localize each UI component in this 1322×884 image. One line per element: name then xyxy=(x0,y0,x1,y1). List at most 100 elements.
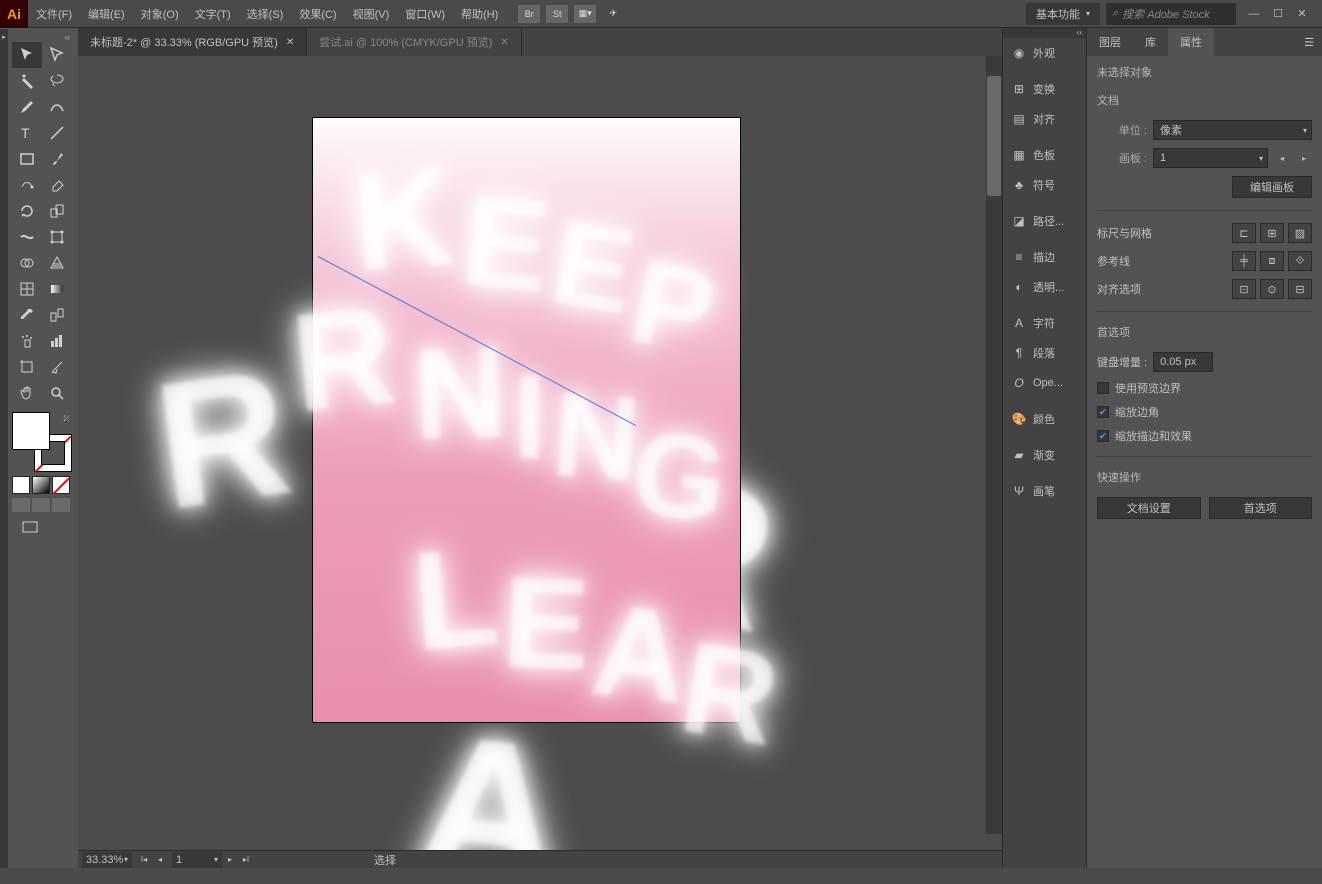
panel-menu-icon[interactable]: ☰ xyxy=(1296,28,1322,56)
panel-paragraph[interactable]: ¶段落 xyxy=(1003,338,1086,368)
shaper-tool[interactable] xyxy=(12,172,42,198)
key-increment-input[interactable]: 0.05 px xyxy=(1153,352,1213,372)
hand-tool[interactable] xyxy=(12,380,42,406)
doc-setup-button[interactable]: 文档设置 xyxy=(1097,497,1201,519)
minimize-button[interactable]: — xyxy=(1242,4,1266,24)
doc-tab-1[interactable]: 未标题-2* @ 33.33% (RGB/GPU 预览) ✕ xyxy=(78,28,307,56)
guides-toggle-icon[interactable]: ╪ xyxy=(1232,251,1256,271)
panel-transform[interactable]: ⊞变换 xyxy=(1003,74,1086,104)
gpu-icon[interactable]: ✈ xyxy=(602,5,624,23)
line-tool[interactable] xyxy=(42,120,72,146)
search-input[interactable]: ⌕搜索 Adobe Stock xyxy=(1106,3,1236,25)
panel-collapse[interactable]: ‹‹ xyxy=(1003,28,1086,38)
panel-pathfinder[interactable]: ◪路径... xyxy=(1003,206,1086,236)
close-button[interactable]: ✕ xyxy=(1290,4,1314,24)
swap-colors-icon[interactable]: ⤪ xyxy=(64,414,70,424)
mesh-tool[interactable] xyxy=(12,276,42,302)
draw-behind[interactable] xyxy=(32,498,50,512)
arrange-docs-icon[interactable]: ▦▾ xyxy=(574,5,596,23)
slice-tool[interactable] xyxy=(42,354,72,380)
eyedropper-tool[interactable] xyxy=(12,302,42,328)
color-mode-solid[interactable] xyxy=(12,476,30,494)
artboard-dropdown[interactable]: 1 xyxy=(1153,148,1268,168)
free-transform-tool[interactable] xyxy=(42,224,72,250)
transparency-grid-icon[interactable]: ▨ xyxy=(1288,223,1312,243)
smart-guides-icon[interactable]: ⟐ xyxy=(1288,251,1312,271)
first-artboard[interactable]: I◂ xyxy=(136,852,152,868)
artboard[interactable]: K E E P R N I N G L E A R xyxy=(313,118,740,722)
panel-brushes[interactable]: Ψ画笔 xyxy=(1003,476,1086,506)
menu-view[interactable]: 视图(V) xyxy=(345,0,398,28)
menu-object[interactable]: 对象(O) xyxy=(133,0,187,28)
stock-icon[interactable]: St xyxy=(546,5,568,23)
panel-appearance[interactable]: ◉外观 xyxy=(1003,38,1086,68)
bridge-icon[interactable]: Br xyxy=(518,5,540,23)
toolbar-expand[interactable]: ‹‹ xyxy=(12,32,74,42)
eraser-tool[interactable] xyxy=(42,172,72,198)
perspective-tool[interactable] xyxy=(42,250,72,276)
menu-select[interactable]: 选择(S) xyxy=(239,0,292,28)
panel-stroke[interactable]: ≡描边 xyxy=(1003,242,1086,272)
menu-window[interactable]: 窗口(W) xyxy=(397,0,453,28)
tab-properties[interactable]: 属性 xyxy=(1168,28,1214,56)
curvature-tool[interactable] xyxy=(42,94,72,120)
panel-transparency[interactable]: ◐透明... xyxy=(1003,272,1086,302)
screen-mode[interactable] xyxy=(12,518,48,536)
rotate-tool[interactable] xyxy=(12,198,42,224)
menu-effect[interactable]: 效果(C) xyxy=(291,0,344,28)
prev-artboard[interactable]: ◂ xyxy=(152,852,168,868)
panel-gradient[interactable]: ▰渐变 xyxy=(1003,440,1086,470)
artboard-number[interactable]: 1▾ xyxy=(172,852,222,868)
close-icon[interactable]: ✕ xyxy=(286,37,294,48)
symbol-sprayer-tool[interactable] xyxy=(12,328,42,354)
graph-tool[interactable] xyxy=(42,328,72,354)
prev-artboard-btn[interactable]: ◂ xyxy=(1274,150,1290,166)
zoom-dropdown[interactable]: 33.33%▾ xyxy=(82,852,132,868)
menu-help[interactable]: 帮助(H) xyxy=(453,0,506,28)
draw-normal[interactable] xyxy=(12,498,30,512)
magic-wand-tool[interactable] xyxy=(12,68,42,94)
tab-layers[interactable]: 图层 xyxy=(1087,28,1133,56)
width-tool[interactable] xyxy=(12,224,42,250)
brush-tool[interactable] xyxy=(42,146,72,172)
snap-pixel-icon[interactable]: ⊡ xyxy=(1232,279,1256,299)
snap-point-icon[interactable]: ⊙ xyxy=(1260,279,1284,299)
workspace-switcher[interactable]: 基本功能 ▾ xyxy=(1026,3,1100,25)
last-artboard[interactable]: ▸I xyxy=(238,852,254,868)
color-mode-none[interactable] xyxy=(52,476,70,494)
doc-tab-2[interactable]: 尝试.ai @ 100% (CMYK/GPU 预览) ✕ xyxy=(307,28,522,56)
panel-character[interactable]: A字符 xyxy=(1003,308,1086,338)
draw-inside[interactable] xyxy=(52,498,70,512)
zoom-tool[interactable] xyxy=(42,380,72,406)
snap-grid-icon[interactable]: ⊟ xyxy=(1288,279,1312,299)
vertical-scrollbar[interactable] xyxy=(986,56,1002,834)
panel-symbols[interactable]: ♣符号 xyxy=(1003,170,1086,200)
preview-bounds-checkbox[interactable] xyxy=(1097,382,1109,394)
selection-tool[interactable] xyxy=(12,42,42,68)
shape-builder-tool[interactable] xyxy=(12,250,42,276)
unit-dropdown[interactable]: 像素 xyxy=(1153,120,1312,140)
next-artboard[interactable]: ▸ xyxy=(222,852,238,868)
pen-tool[interactable] xyxy=(12,94,42,120)
tab-libraries[interactable]: 库 xyxy=(1133,28,1168,56)
panel-opentype[interactable]: OOpe... xyxy=(1003,368,1086,398)
menu-edit[interactable]: 编辑(E) xyxy=(80,0,133,28)
blend-tool[interactable] xyxy=(42,302,72,328)
canvas[interactable]: R R A K E E P R N I N G L E A R xyxy=(78,56,1002,850)
color-mode-gradient[interactable] xyxy=(32,476,50,494)
scale-strokes-checkbox[interactable]: ✔ xyxy=(1097,430,1109,442)
rectangle-tool[interactable] xyxy=(12,146,42,172)
next-artboard-btn[interactable]: ▸ xyxy=(1296,150,1312,166)
maximize-button[interactable]: ☐ xyxy=(1266,4,1290,24)
preferences-button[interactable]: 首选项 xyxy=(1209,497,1313,519)
menu-type[interactable]: 文字(T) xyxy=(187,0,239,28)
close-icon[interactable]: ✕ xyxy=(500,37,508,48)
scale-tool[interactable] xyxy=(42,198,72,224)
panel-swatches[interactable]: ▦色板 xyxy=(1003,140,1086,170)
edit-artboard-button[interactable]: 编辑画板 xyxy=(1232,176,1312,198)
artboard-tool[interactable] xyxy=(12,354,42,380)
menu-file[interactable]: 文件(F) xyxy=(28,0,80,28)
direct-selection-tool[interactable] xyxy=(42,42,72,68)
lasso-tool[interactable] xyxy=(42,68,72,94)
panel-color[interactable]: 🎨颜色 xyxy=(1003,404,1086,434)
